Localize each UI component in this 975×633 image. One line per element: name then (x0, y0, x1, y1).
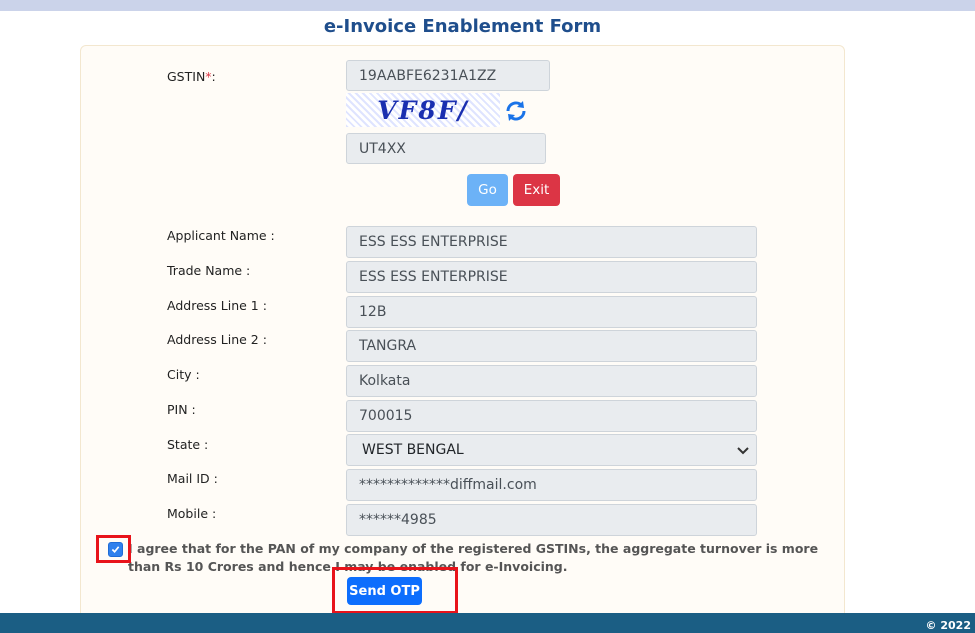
gstin-label: GSTIN*: (167, 69, 216, 84)
agree-checkbox[interactable] (108, 542, 123, 557)
copyright-text: © 2022 (925, 619, 971, 632)
send-otp-button[interactable]: Send OTP (347, 577, 422, 605)
state-label: State : (167, 437, 209, 452)
agreement-text: I agree that for the PAN of my company o… (128, 541, 819, 574)
refresh-captcha-icon[interactable] (504, 99, 528, 123)
mail-id-label: Mail ID : (167, 471, 218, 486)
checkmark-icon (111, 546, 120, 553)
chevron-down-icon (737, 447, 749, 455)
go-button[interactable]: Go (467, 174, 508, 206)
applicant-name-field[interactable]: ESS ESS ENTERPRISE (346, 226, 757, 258)
applicant-name-label: Applicant Name : (167, 228, 275, 243)
address-line-1-field[interactable]: 12B (346, 296, 757, 328)
trade-name-field[interactable]: ESS ESS ENTERPRISE (346, 261, 757, 293)
mobile-field[interactable]: ******4985 (346, 504, 757, 536)
trade-name-label: Trade Name : (167, 263, 251, 278)
pin-field[interactable]: 700015 (346, 400, 757, 432)
captcha-image: VF8F/ (346, 93, 500, 127)
mobile-label: Mobile : (167, 506, 217, 521)
state-selected-value: WEST BENGAL (362, 442, 464, 458)
gstin-label-colon: : (211, 69, 216, 84)
address-line-2-field[interactable]: TANGRA (346, 330, 757, 362)
gstin-label-text: GSTIN (167, 69, 206, 84)
city-label: City : (167, 367, 200, 382)
page-title: e-Invoice Enablement Form (323, 16, 602, 37)
pin-label: PIN : (167, 402, 196, 417)
footer-bar: © 2022 (0, 613, 975, 633)
top-header-strip (0, 0, 975, 11)
exit-button[interactable]: Exit (513, 174, 560, 206)
mail-id-field[interactable]: *************diffmail.com (346, 469, 757, 501)
gstin-input[interactable]: 19AABFE6231A1ZZ (346, 60, 550, 91)
address-line-1-label: Address Line 1 : (167, 298, 267, 313)
city-field[interactable]: Kolkata (346, 365, 757, 397)
address-line-2-label: Address Line 2 : (167, 332, 267, 347)
state-select[interactable]: WEST BENGAL (346, 434, 757, 466)
captcha-input[interactable]: UT4XX (346, 133, 546, 164)
